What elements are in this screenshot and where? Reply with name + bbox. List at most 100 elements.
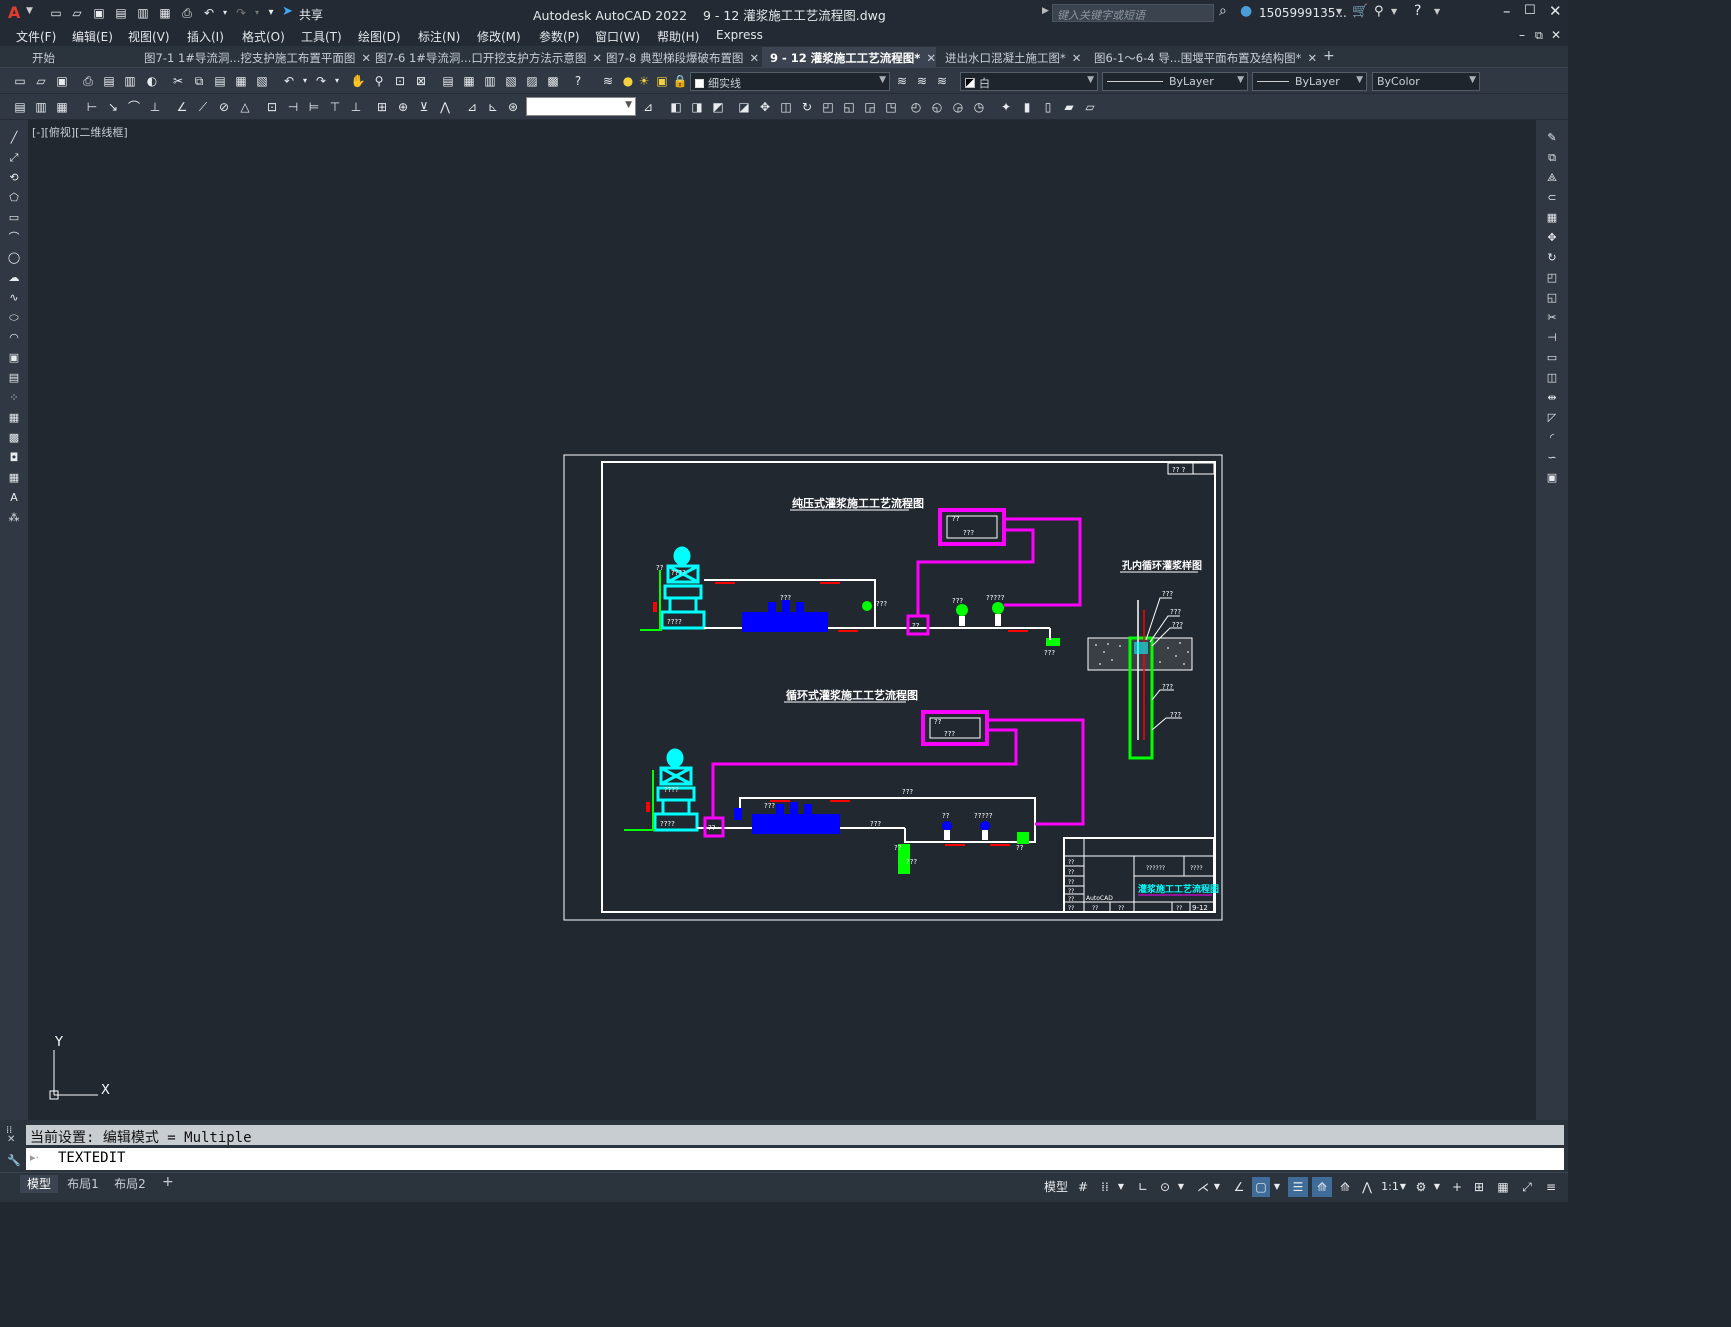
cart-icon[interactable]: 🛒 <box>1352 4 1368 19</box>
user-dropdown-icon[interactable]: ▼ <box>1336 7 1342 16</box>
open-icon[interactable]: ▱ <box>33 73 49 89</box>
menu-help[interactable]: 帮助(H) <box>657 28 699 45</box>
workspace-icon[interactable]: ▤ <box>12 99 28 115</box>
edit-polyline-icon[interactable]: ▰ <box>1061 99 1077 115</box>
user-name[interactable]: 1505999135... <box>1259 6 1347 20</box>
insert-block-icon[interactable]: ▣ <box>6 350 22 366</box>
dim-space-icon[interactable]: ⊤ <box>327 99 343 115</box>
quick-dim-icon[interactable]: ⊡ <box>264 99 280 115</box>
open-file-icon[interactable]: ▱ <box>69 5 85 21</box>
menu-insert[interactable]: 插入(I) <box>187 28 224 45</box>
arc-length-icon[interactable]: ⌒ <box>126 99 142 115</box>
drawing-canvas[interactable]: [-][俯视][二维线框] ?? ? 纯压式灌浆施工工艺流程图 ???? ???… <box>28 120 1536 1120</box>
extend-tool-icon[interactable]: ⊣ <box>1544 330 1560 346</box>
ordinate-dim-icon[interactable]: ⊥ <box>147 99 163 115</box>
annotation-visibility-icon[interactable]: ⟰ <box>1312 1177 1332 1197</box>
clean-screen-icon[interactable]: ⤢ <box>1518 1177 1536 1197</box>
block-editor-icon[interactable]: ▧ <box>254 73 270 89</box>
doc-close-icon[interactable]: ✕ <box>1551 28 1561 42</box>
paste-icon[interactable]: ▤ <box>212 73 228 89</box>
copy-icon[interactable]: ⧉ <box>191 73 207 89</box>
layer-properties-icon[interactable]: ≋ <box>600 73 616 89</box>
new-tab-icon[interactable]: + <box>1323 48 1335 64</box>
app-menu-chevron-icon[interactable]: ▼ <box>26 6 33 16</box>
tab-close-icon[interactable]: ✕ <box>1307 51 1317 65</box>
save-as-icon[interactable]: ▤ <box>113 5 129 21</box>
tab-inlet-concrete[interactable]: 进出水口混凝土施工图* ✕ <box>937 47 1085 67</box>
calculator-icon[interactable]: ▩ <box>545 73 561 89</box>
command-customize-icon[interactable]: 🔧 <box>7 1154 21 1167</box>
join-tool-icon[interactable]: ⇹ <box>1544 390 1560 406</box>
jogged-linear-icon[interactable]: ⋀ <box>437 99 453 115</box>
undo-tb-icon[interactable]: ↶ <box>281 73 297 89</box>
mirror-icon[interactable]: ◩ <box>710 99 726 115</box>
annotation-scale-icon[interactable]: ⋀ <box>1358 1177 1376 1197</box>
layout-tab-model[interactable]: 模型 <box>20 1175 58 1193</box>
dim-style-icon[interactable]: ⊿ <box>640 99 656 115</box>
save-web-icon[interactable]: ▦ <box>157 5 173 21</box>
spline-tool-icon[interactable]: ∿ <box>6 290 22 306</box>
extend-icon[interactable]: ◳ <box>883 99 899 115</box>
polar-dropdown-icon[interactable]: ▼ <box>1176 1177 1186 1197</box>
tab-drawing-7-1[interactable]: 图7-1 1#导流洞...挖支护施工布置平面图 ✕ <box>136 47 371 67</box>
undo-icon[interactable]: ↶ <box>201 5 217 21</box>
share-button[interactable]: 共享 <box>299 6 323 23</box>
explode-tool-icon[interactable]: ▣ <box>1544 470 1560 486</box>
workspace-dropdown-icon[interactable]: ▼ <box>1432 1177 1442 1197</box>
dim-style-dropdown[interactable]: ▼ <box>526 97 636 116</box>
customize-qat-icon[interactable]: ▾ <box>263 5 279 21</box>
radius-dim-icon[interactable]: ∠ <box>174 99 190 115</box>
move-icon[interactable]: ◫ <box>778 99 794 115</box>
dim-edit-icon[interactable]: ⊿ <box>464 99 480 115</box>
chamfer-tool-icon[interactable]: ◸ <box>1544 410 1560 426</box>
point-tool-icon[interactable]: ⁘ <box>6 390 22 406</box>
isodraft-dropdown-icon[interactable]: ▼ <box>1212 1177 1222 1197</box>
aligned-dim-icon[interactable]: ↘ <box>105 99 121 115</box>
continue-dim-icon[interactable]: ⊨ <box>306 99 322 115</box>
tolerance-icon[interactable]: ⊞ <box>374 99 390 115</box>
menu-tools[interactable]: 工具(T) <box>301 28 342 45</box>
snap-dropdown-icon[interactable]: ▼ <box>1116 1177 1126 1197</box>
save-tb-icon[interactable]: ▣ <box>54 73 70 89</box>
make-block-icon[interactable]: ▤ <box>6 370 22 386</box>
new-file-icon[interactable]: ▭ <box>48 5 64 21</box>
region-tool-icon[interactable]: ◘ <box>6 450 22 466</box>
isodraft-icon[interactable]: ⋌ <box>1194 1177 1212 1197</box>
auto-scale-icon[interactable]: ⟰ <box>1336 1177 1354 1197</box>
plotstyle-dropdown[interactable]: ByColor ▼ <box>1372 72 1480 91</box>
ellipse-tool-icon[interactable]: ⬭ <box>6 310 22 326</box>
blend-tool-icon[interactable]: ∽ <box>1544 450 1560 466</box>
dim-text-edit-icon[interactable]: ⊾ <box>485 99 501 115</box>
polyline-tool-icon[interactable]: ⟲ <box>6 170 22 186</box>
rotate-tool-icon[interactable]: ↻ <box>1544 250 1560 266</box>
menu-parametric[interactable]: 参数(P) <box>539 28 580 45</box>
jogged-dim-icon[interactable]: ⟋ <box>195 99 211 115</box>
layer-state-icon[interactable]: ▥ <box>33 99 49 115</box>
tab-close-icon[interactable]: ✕ <box>749 51 759 65</box>
maximize-icon[interactable]: ☐ <box>1524 3 1536 18</box>
qnew-icon[interactable]: ▭ <box>12 73 28 89</box>
inspection-icon[interactable]: ⊻ <box>416 99 432 115</box>
workspace-gear-icon[interactable]: ⚙ <box>1412 1177 1430 1197</box>
sheet-set-icon[interactable]: ▧ <box>503 73 519 89</box>
linear-dim-icon[interactable]: ⊢ <box>84 99 100 115</box>
array-tool-icon[interactable]: ▦ <box>1544 210 1560 226</box>
doc-restore-icon[interactable]: ⧉ <box>1535 29 1543 43</box>
snap-icon[interactable]: ⁞⁞ <box>1096 1177 1114 1197</box>
tab-close-icon[interactable]: ✕ <box>926 51 936 65</box>
menu-dimension[interactable]: 标注(N) <box>418 28 460 45</box>
ortho-icon[interactable]: ∟ <box>1134 1177 1152 1197</box>
hatch-tool-icon[interactable]: ▦ <box>6 410 22 426</box>
chamfer-icon[interactable]: ◶ <box>950 99 966 115</box>
grid-icon[interactable]: # <box>1074 1177 1092 1197</box>
help-dropdown-icon[interactable]: ▼ <box>1434 7 1440 16</box>
dim-update-icon[interactable]: ⊛ <box>505 99 521 115</box>
mirror-tool-icon[interactable]: ⟁ <box>1544 170 1560 186</box>
layer-dropdown[interactable]: 细实线 ▼ <box>690 72 890 91</box>
polygon-tool-icon[interactable]: ⬠ <box>6 190 22 206</box>
tab-start[interactable]: 开始 <box>24 47 130 67</box>
line-tool-icon[interactable]: ╱ <box>6 130 22 146</box>
center-mark-icon[interactable]: ⊕ <box>395 99 411 115</box>
undo-dropdown-icon[interactable]: ▾ <box>217 5 233 21</box>
layout-tab-2[interactable]: 布局2 <box>110 1175 150 1193</box>
